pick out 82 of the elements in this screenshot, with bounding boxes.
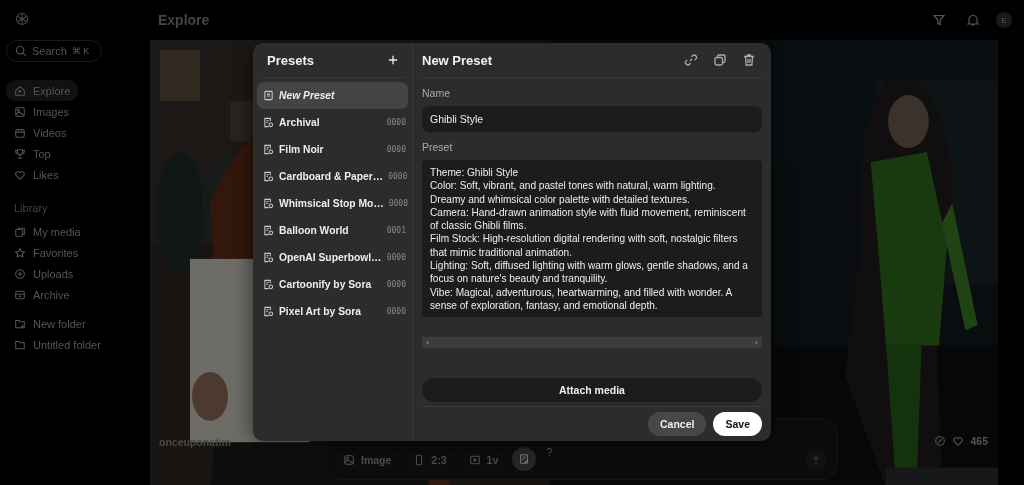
preset-item[interactable]: Cartoonify by Sora 0000 [257,271,408,298]
copy-icon [14,225,26,238]
folder-item[interactable]: Untitled folder [6,334,109,355]
nav-item[interactable]: My media [6,221,89,242]
nav-item[interactable]: Uploads [6,263,82,284]
trophy-icon [14,147,26,160]
usage-count: 0000 [386,253,406,262]
cancel-button[interactable]: Cancel [648,412,707,436]
video-icon [14,126,26,139]
attach-media-button[interactable]: Attach media [422,378,762,402]
archive-icon [14,288,26,301]
like-count: 465 [970,435,988,447]
preset-item[interactable]: Whimsical Stop Mo… 0000 [257,190,408,217]
preset-icon [263,279,274,290]
folder-item[interactable]: New folder [6,313,94,334]
usage-count: 0000 [386,280,406,289]
name-field[interactable]: Ghibli Style [422,106,762,132]
field-label: Preset [422,141,454,153]
home-icon [14,84,26,97]
copy-icon[interactable] [713,53,727,67]
image-icon [14,105,26,118]
preset-item[interactable]: Balloon World 0001 [257,217,408,244]
preset-icon [263,171,274,182]
usage-count: 0001 [386,226,406,235]
arrow-up-icon [810,454,822,466]
preset-icon [263,144,274,155]
checklist-icon [518,453,531,465]
page-title: Explore [158,12,210,28]
help-link[interactable]: ? [542,446,557,458]
nav-item[interactable]: Top [6,143,59,164]
trash-icon[interactable] [742,53,756,67]
search-placeholder: Search [32,45,67,57]
author-name[interactable]: onceuponatim [159,436,231,448]
horizontal-scrollbar[interactable] [422,337,762,349]
preset-icon [263,117,274,128]
star-icon [14,246,26,259]
play-icon [468,454,481,466]
search-icon [15,45,27,57]
add-icon[interactable] [388,55,398,65]
send-button[interactable] [805,449,827,471]
plus-circle-icon [14,267,26,280]
nav-item[interactable]: Images [6,101,78,122]
bell-icon[interactable] [966,13,980,27]
usage-count: 0000 [388,172,408,181]
heart-icon [14,168,26,181]
editor-title: New Preset [422,52,493,68]
save-button[interactable]: Save [713,412,762,436]
preset-item[interactable]: Pixel Art by Sora 0000 [257,298,408,325]
preset-button[interactable] [512,447,537,471]
nav-item[interactable]: Favorites [6,242,87,263]
filter-icon[interactable] [932,13,946,27]
preset-item[interactable]: OpenAI Superbowl… 0000 [257,244,408,271]
heart-icon[interactable] [952,435,965,447]
image-icon [343,454,355,466]
preset-text-field[interactable]: Theme: Ghibli Style Color: Soft, vibrant, and pastel tones with natural, warm lighting. Dreamy and whimsical color palette with detailed textures. Camera: Hand-drawn animation style with fluid movement, reminiscent of classic Ghibli films. Film Stock: High-resolution digital rendering with soft, nostalgic filters that mimic traditional animation. Lighting: Soft, diffused lighting with warm glows, gentle shadows, and a focus on nature's beauty and tranquility. Vibe: Magical, adventurous, heartwarming, and filled with wonder. A sense of exploration, fantasy, and emotional depth. [422,160,762,318]
dialog-title: Presets [267,52,314,68]
folder-icon [14,338,26,351]
usage-count: 0000 [386,118,406,127]
nav-item[interactable]: Videos [6,122,75,143]
folder-plus-icon [14,317,26,330]
preset-item[interactable]: Film Noir 0000 [257,136,408,163]
nav-item[interactable]: Explore [6,80,79,101]
link-icon[interactable] [684,53,698,67]
logo-icon[interactable] [14,11,30,27]
preset-item[interactable]: New Preset [257,82,408,109]
scroll-right-icon[interactable] [754,340,759,346]
field-label: Name [422,87,451,99]
preset-icon [263,306,274,317]
section-heading: Library [14,202,49,214]
preset-item[interactable]: Cardboard & Paper… 0000 [257,163,408,190]
shortcut-hint: ⌘ K [71,46,90,56]
usage-count: 0000 [386,307,406,316]
nav-item[interactable]: Archive [6,284,78,305]
usage-count: 0000 [388,199,408,208]
usage-count: 0000 [386,145,406,154]
preset-item[interactable]: Archival 0000 [257,109,408,136]
preset-icon [263,252,274,263]
document-icon [263,90,274,101]
preset-icon [263,198,274,209]
scroll-left-icon[interactable] [425,340,430,346]
nav-item[interactable]: Likes [6,164,67,185]
preset-icon [263,225,274,236]
